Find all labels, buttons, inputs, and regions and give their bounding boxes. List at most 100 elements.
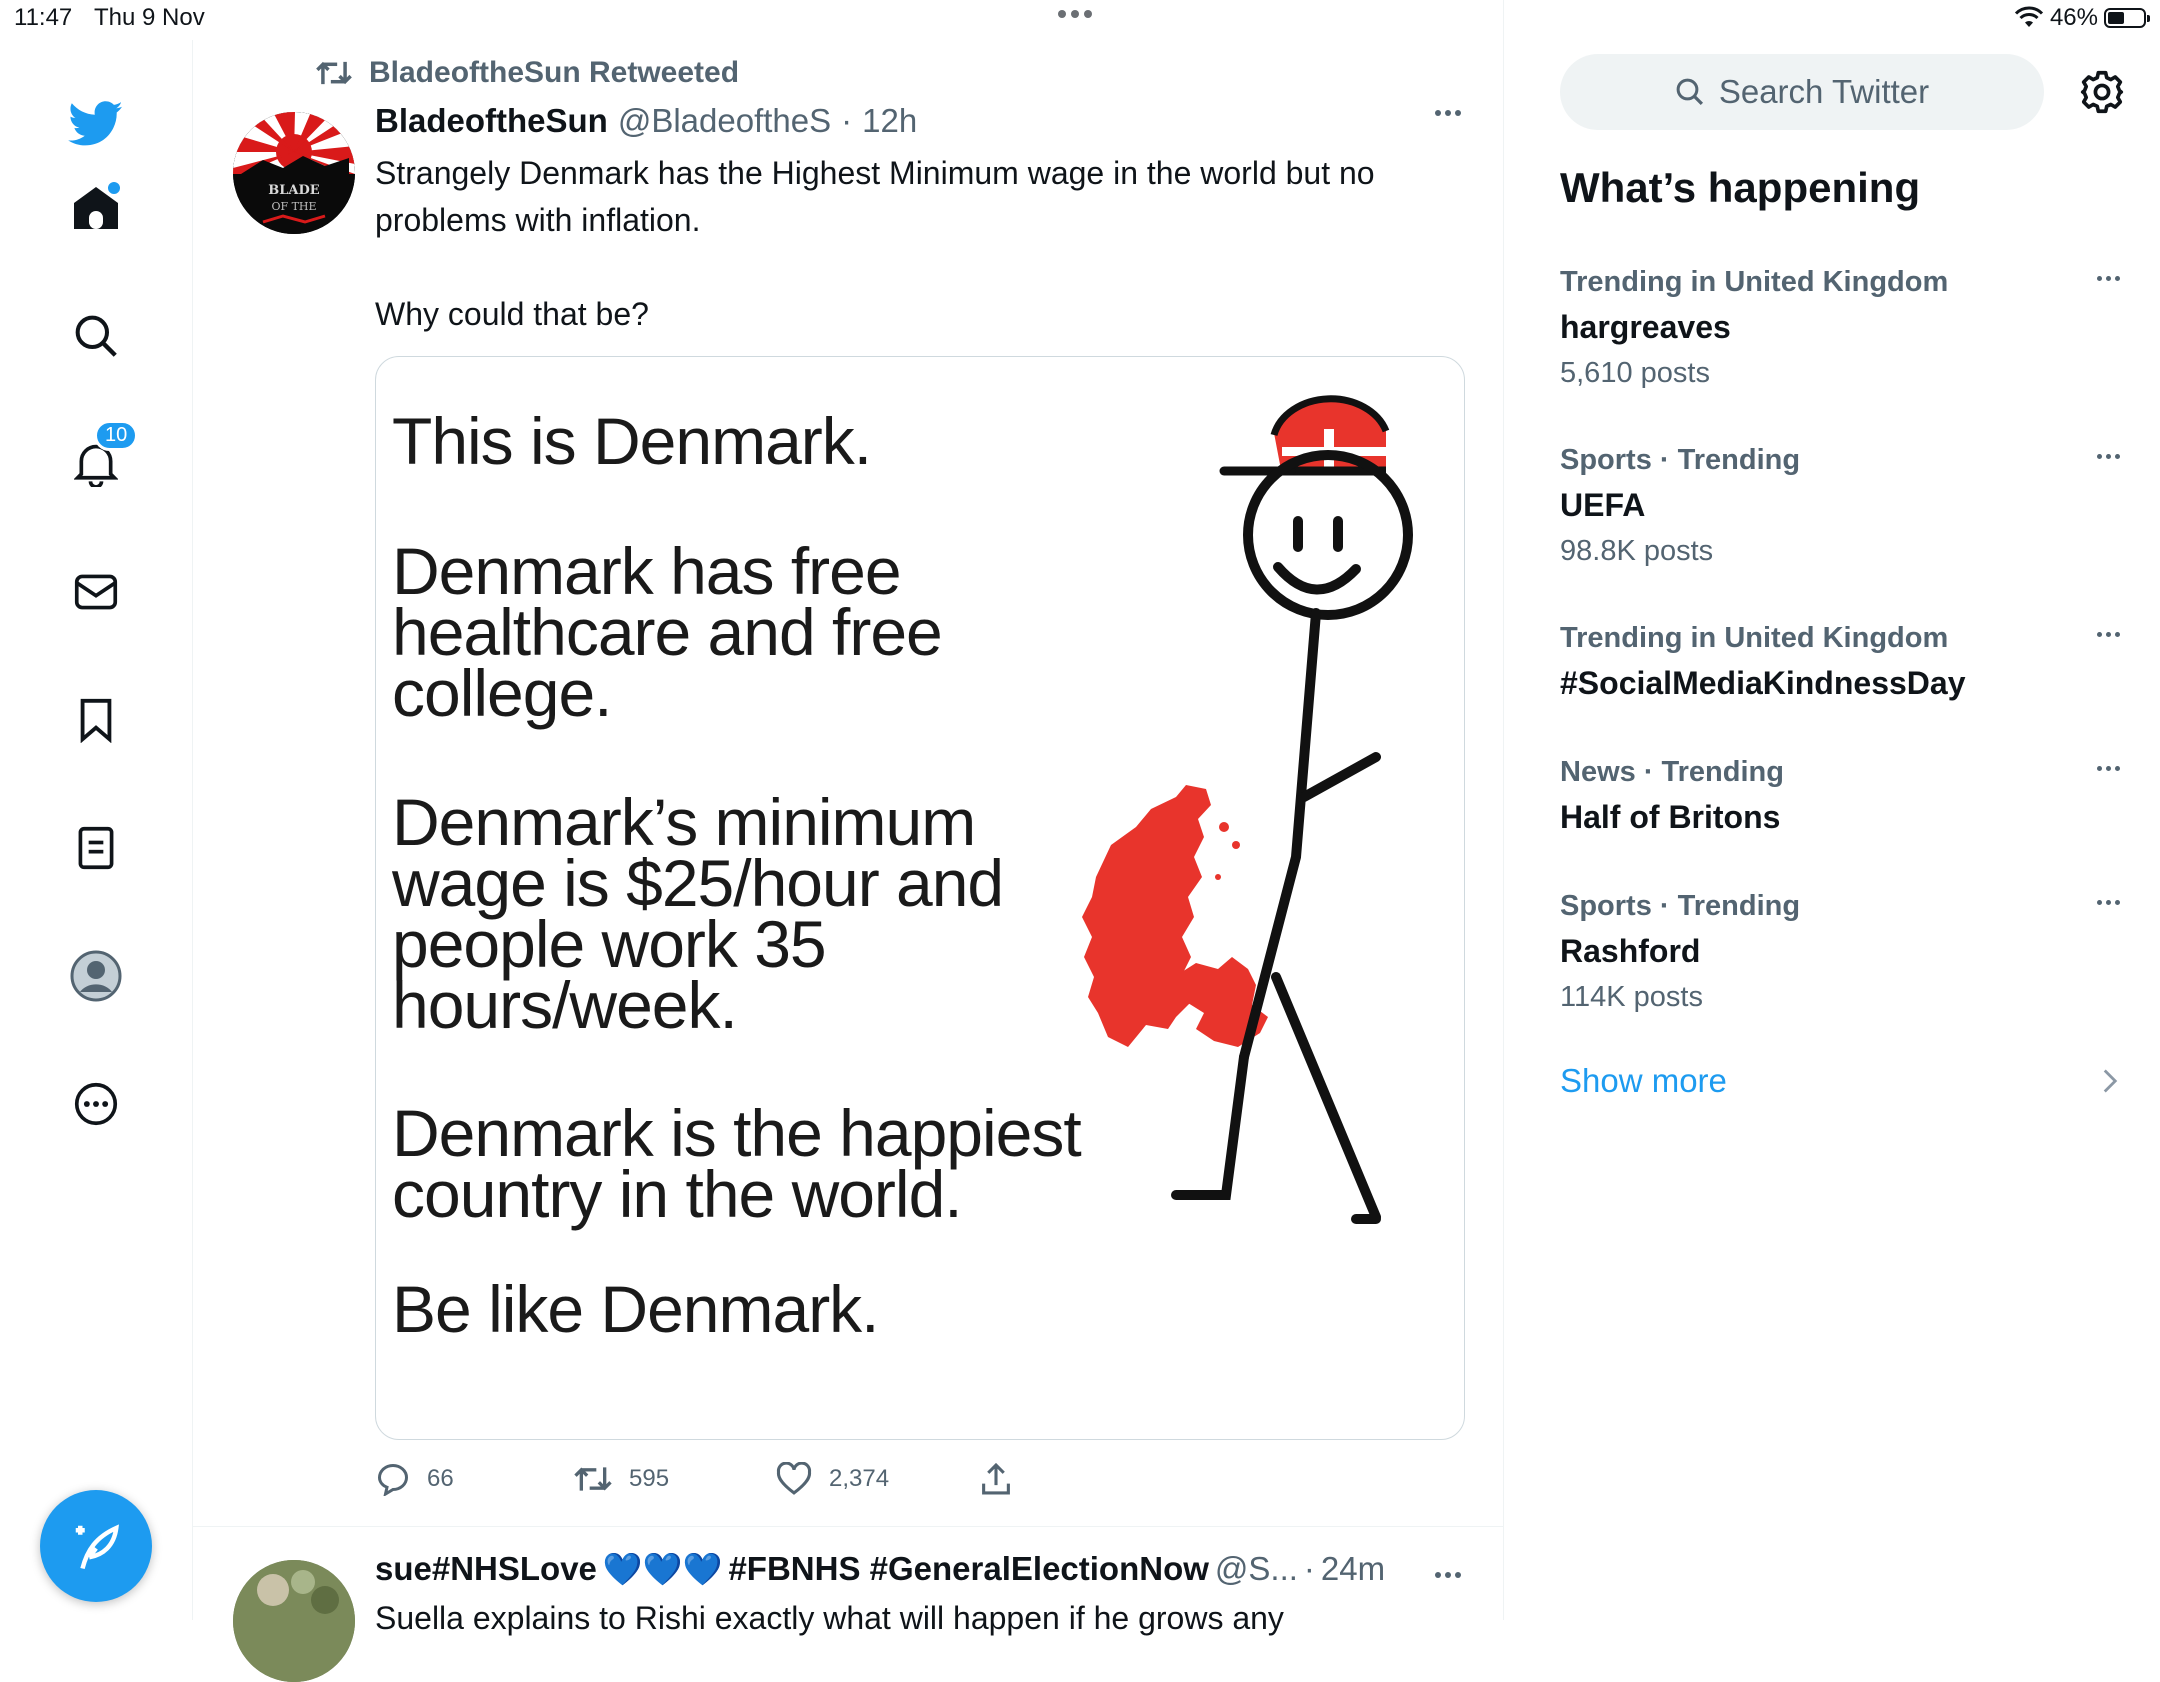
search-placeholder: Search Twitter [1718, 73, 1930, 110]
timeline: BladeoftheSun Retweeted BLADE OF THE Bla… [193, 0, 1504, 1682]
trend-item[interactable]: Trending in United Kingdom #SocialMediaK… [1560, 616, 2120, 706]
author-name[interactable]: BladeoftheSun [375, 102, 608, 140]
trend-context: Trending in United Kingdom [1560, 622, 1949, 654]
trend-context: News · Trending [1560, 756, 1784, 788]
retweet-icon [316, 61, 352, 85]
settings-button[interactable] [2076, 66, 2128, 118]
left-nav: 10 [0, 40, 193, 1620]
trend-item[interactable]: News · Trending Half of Britons [1560, 750, 2120, 840]
share-button[interactable] [979, 1454, 1013, 1504]
author-name-part-2[interactable]: #FBNHS #GeneralElectionNow [728, 1550, 1208, 1588]
trend-item[interactable]: Sports · Trending Rashford 114K posts [1560, 884, 2120, 1020]
trend-item[interactable]: Sports · Trending UEFA 98.8K posts [1560, 438, 2120, 574]
tweet-time[interactable]: 24m [1321, 1550, 1385, 1588]
home-unread-dot [106, 180, 122, 196]
stick-figure-illustration [1082, 395, 1413, 1224]
trend-more-icon[interactable] [2097, 454, 2120, 459]
twitter-logo-icon[interactable] [60, 88, 132, 160]
tweet-more-icon[interactable] [1435, 1572, 1461, 1578]
nav-home[interactable] [60, 172, 132, 244]
nav-bookmarks[interactable] [60, 684, 132, 756]
tweet[interactable]: sue#NHSLove 💙💙💙 #FBNHS #GeneralElectionN… [193, 1528, 1503, 1682]
retweet-count: 595 [629, 1465, 670, 1492]
more-circle-icon [74, 1082, 118, 1126]
dot-separator: · [1303, 1550, 1315, 1587]
blue-hearts-emoji: 💙💙💙 [602, 1551, 723, 1587]
retweet-button[interactable]: 595 [573, 1454, 669, 1504]
trend-more-icon[interactable] [2097, 276, 2120, 281]
reply-icon [377, 1464, 409, 1496]
mail-icon [74, 574, 118, 610]
tweet-text-paragraph-1: Strangely Denmark has the Highest Minimu… [375, 155, 1375, 238]
tweet-author-avatar[interactable] [233, 1560, 355, 1682]
reply-count: 66 [427, 1465, 454, 1492]
heart-icon [776, 1462, 812, 1495]
tweet-header: BladeoftheSun @BladeoftheS · 12h [375, 102, 917, 140]
profile-avatar-icon [70, 950, 122, 1002]
whats-happening-title: What’s happening [1560, 164, 1921, 211]
trend-more-icon[interactable] [2097, 632, 2120, 637]
tweet-text: Strangely Denmark has the Highest Minimu… [375, 150, 1465, 338]
trend-topic: #SocialMediaKindnessDay [1560, 665, 1966, 701]
avatar-text-line-1: BLADE [268, 183, 319, 198]
compose-tweet-button[interactable] [40, 1490, 152, 1602]
author-handle[interactable]: @S... [1215, 1550, 1298, 1588]
trend-topic: hargreaves [1560, 309, 1731, 345]
share-icon [982, 1462, 1010, 1495]
show-more-link[interactable]: Show more [1560, 1062, 2120, 1100]
show-more-label: Show more [1560, 1062, 1727, 1099]
tweet-media-image[interactable]: This is Denmark. Denmark has free health… [375, 356, 1465, 1440]
trend-item[interactable]: Trending in United Kingdom hargreaves 5,… [1560, 260, 2120, 396]
tweet[interactable]: BladeoftheSun Retweeted BLADE OF THE Bla… [193, 40, 1503, 1527]
nav-explore[interactable] [60, 300, 132, 372]
battery-icon [2104, 8, 2150, 28]
trend-context: Trending in United Kingdom [1560, 266, 1949, 298]
retweet-label: BladeoftheSun Retweeted [369, 56, 740, 89]
battery-percent: 46% [2049, 4, 2098, 31]
tweet-text: Suella explains to Rishi exactly what wi… [375, 1600, 1284, 1636]
trend-context: Sports · Trending [1560, 444, 1801, 476]
retweet-icon [574, 1467, 612, 1491]
tweet-time[interactable]: 12h [862, 102, 917, 140]
trend-count: 98.8K posts [1560, 535, 1714, 567]
tweet-header: sue#NHSLove 💙💙💙 #FBNHS #GeneralElectionN… [375, 1550, 1385, 1588]
trend-count: 5,610 posts [1560, 357, 1710, 389]
search-input[interactable]: Search Twitter [1560, 54, 2044, 130]
denmark-map-illustration [1082, 785, 1268, 1047]
author-name-part-1[interactable]: sue#NHSLove [375, 1550, 597, 1588]
bookmark-icon [80, 698, 112, 743]
like-button[interactable]: 2,374 [775, 1454, 889, 1504]
nav-profile[interactable] [60, 940, 132, 1012]
trend-more-icon[interactable] [2097, 900, 2120, 905]
lists-icon [78, 826, 114, 870]
tweet-text-paragraph-2: Why could that be? [375, 296, 649, 332]
nav-notifications[interactable]: 10 [60, 420, 139, 500]
trend-context: Sports · Trending [1560, 890, 1801, 922]
tweet-author-avatar[interactable]: BLADE OF THE [233, 112, 355, 234]
retweet-context[interactable]: BladeoftheSun Retweeted [315, 56, 739, 90]
reply-button[interactable]: 66 [375, 1454, 454, 1504]
trend-topic: Rashford [1560, 933, 1701, 969]
search-icon [75, 315, 117, 357]
right-sidebar: Search Twitter What’s happening Trending… [1504, 40, 2160, 1620]
wifi-icon [2014, 6, 2044, 27]
tweet-more-icon[interactable] [1435, 110, 1461, 116]
author-handle[interactable]: @BladeoftheS [618, 102, 831, 140]
tweet-actions: 66 595 2,374 [375, 1454, 1275, 1504]
status-right: 46% [2014, 4, 2150, 32]
status-time: 11:47 [14, 4, 73, 31]
nav-more[interactable] [60, 1068, 132, 1140]
status-date: Thu 9 Nov [94, 4, 205, 31]
trend-topic: Half of Britons [1560, 799, 1781, 835]
nav-lists[interactable] [60, 812, 132, 884]
nav-messages[interactable] [60, 556, 132, 628]
notifications-badge: 10 [94, 420, 139, 451]
compose-feather-icon [75, 1524, 119, 1570]
gear-icon [2080, 70, 2124, 114]
search-icon [1676, 78, 1703, 106]
trend-more-icon[interactable] [2097, 766, 2120, 771]
trend-topic: UEFA [1560, 487, 1646, 523]
like-count: 2,374 [829, 1465, 890, 1492]
trend-count: 114K posts [1560, 981, 1703, 1013]
chevron-right-icon [2103, 1069, 2118, 1093]
